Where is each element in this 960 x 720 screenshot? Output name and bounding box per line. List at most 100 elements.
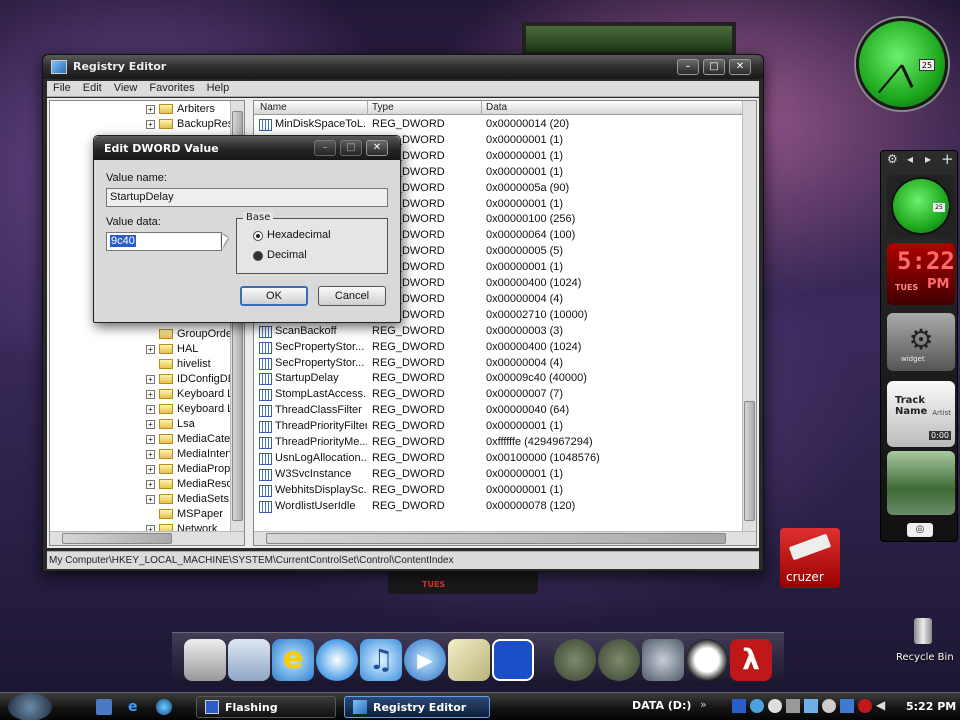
tree-item[interactable]: + BackupRest — [146, 118, 236, 133]
quicklaunch-ie-icon[interactable]: e — [128, 699, 144, 715]
tray-icon[interactable] — [732, 699, 746, 713]
list-item[interactable]: SecPropertyStor... REG_DWORD 0x00000004 (4… — [254, 356, 744, 372]
expand-icon[interactable]: + — [146, 494, 155, 504]
list-item[interactable]: ThreadClassFilter REG_DWORD 0x00000040 (64… — [254, 403, 744, 419]
dialog-close-button[interactable]: ✕ — [366, 140, 388, 156]
drive-chevron-icon[interactable]: » — [700, 698, 707, 711]
tree-item[interactable]: + MediaCateg — [146, 433, 236, 448]
windows-flip-icon[interactable] — [492, 639, 534, 681]
drive-toolbar-label[interactable]: DATA (D:) — [632, 699, 691, 712]
tray-icon[interactable] — [858, 699, 872, 713]
menu-help[interactable]: Help — [201, 81, 236, 95]
itunes-icon[interactable]: ♫ — [360, 639, 402, 681]
decimal-radio[interactable] — [253, 251, 263, 261]
halo-helmet-icon-2[interactable] — [598, 639, 640, 681]
expand-icon[interactable]: + — [146, 374, 155, 384]
list-hscroll-thumb[interactable] — [266, 533, 726, 544]
tray-icon[interactable] — [768, 699, 782, 713]
list-item[interactable]: ScanBackoff REG_DWORD 0x00000003 (3) — [254, 324, 744, 340]
expand-icon[interactable]: + — [146, 479, 155, 489]
list-vertical-scrollbar[interactable] — [742, 101, 756, 531]
list-item[interactable]: W3SvcInstance REG_DWORD 0x00000001 (1) — [254, 467, 744, 483]
close-button[interactable]: ✕ — [729, 59, 751, 75]
tree-item[interactable]: hivelist — [159, 358, 211, 373]
tree-item[interactable]: + IDConfigDB — [146, 373, 235, 388]
list-item[interactable]: WordlistUserIdle REG_DWORD 0x00000078 (120… — [254, 499, 744, 515]
task-registry-editor[interactable]: Registry Editor — [344, 696, 490, 718]
decimal-label[interactable]: Decimal — [267, 249, 307, 261]
task-flashing[interactable]: Flashing — [196, 696, 336, 718]
expand-icon[interactable]: + — [146, 419, 155, 429]
slideshow-gadget[interactable] — [887, 451, 955, 515]
tree-item[interactable]: + Keyboard La — [146, 388, 239, 403]
tray-icon[interactable] — [804, 699, 818, 713]
list-item[interactable]: ThreadPriorityMe... REG_DWORD 0xffffffe (4… — [254, 435, 744, 451]
camera-icon[interactable]: ◎ — [907, 523, 933, 537]
media-player-icon[interactable]: ▶ — [404, 639, 446, 681]
quicklaunch-desktop-icon[interactable] — [96, 699, 112, 715]
menu-file[interactable]: File — [47, 81, 77, 95]
panda-icon[interactable] — [686, 639, 728, 681]
expand-icon[interactable]: + — [146, 464, 155, 474]
tree-item[interactable]: + Arbiters — [146, 103, 215, 118]
list-item[interactable]: ThreadPriorityFilter REG_DWORD 0x00000001 … — [254, 419, 744, 435]
minimize-button[interactable]: – — [677, 59, 699, 75]
ok-button[interactable]: OK — [240, 286, 308, 306]
gear-icon[interactable]: ⚙ — [887, 152, 898, 166]
tray-icon[interactable] — [822, 699, 836, 713]
character-icon[interactable] — [642, 639, 684, 681]
expand-icon[interactable]: + — [146, 404, 155, 414]
window-titlebar[interactable]: Registry Editor – □ ✕ — [43, 55, 763, 79]
tray-icon[interactable] — [840, 699, 854, 713]
menu-view[interactable]: View — [108, 81, 144, 95]
menu-edit[interactable]: Edit — [77, 81, 108, 95]
left-arrow-icon[interactable]: ◂ — [907, 152, 913, 166]
tree-item[interactable]: GroupOrder — [159, 328, 236, 343]
notes-icon[interactable] — [448, 639, 490, 681]
expand-icon[interactable]: + — [146, 104, 155, 114]
list-horizontal-scrollbar[interactable] — [254, 531, 756, 545]
recycle-bin[interactable]: Recycle Bin — [892, 614, 954, 670]
expand-icon[interactable]: + — [146, 449, 155, 459]
list-item[interactable]: SecPropertyStor... REG_DWORD 0x00000400 (1… — [254, 340, 744, 356]
header-data[interactable]: Data — [486, 102, 507, 113]
quicklaunch-firefox-icon[interactable] — [156, 699, 172, 715]
widget-gadget[interactable]: ⚙ widget — [887, 313, 955, 371]
header-type[interactable]: Type — [372, 102, 394, 113]
tree-item[interactable]: + MediaInterf — [146, 448, 232, 463]
header-divider[interactable] — [367, 101, 368, 115]
hexadecimal-radio[interactable] — [253, 231, 263, 241]
cruzer-usb-icon[interactable]: cruzer — [780, 528, 840, 588]
folder-icon[interactable] — [228, 639, 270, 681]
digital-clock-gadget[interactable]: 5:22 TUES PM — [887, 243, 955, 305]
clock-gadget[interactable]: 25 — [887, 175, 955, 237]
header-divider[interactable] — [481, 101, 482, 115]
add-gadget-icon[interactable]: + — [941, 150, 954, 168]
media-player-gadget[interactable]: Track Name Artist 0:00 — [887, 381, 955, 447]
expand-icon[interactable]: + — [146, 389, 155, 399]
menu-favorites[interactable]: Favorites — [143, 81, 200, 95]
expand-icon[interactable]: + — [146, 344, 155, 354]
list-item[interactable]: WebhitsDisplaySc... REG_DWORD 0x00000001 (… — [254, 483, 744, 499]
tree-item[interactable]: + Keyboard La — [146, 403, 239, 418]
tray-icon[interactable] — [750, 699, 764, 713]
tree-horizontal-scrollbar[interactable] — [50, 531, 244, 545]
list-item[interactable]: MinDiskSpaceToL... REG_DWORD 0x00000014 (2… — [254, 117, 744, 133]
header-name[interactable]: Name — [260, 102, 287, 113]
internet-explorer-icon[interactable]: e — [272, 639, 314, 681]
half-life-icon[interactable]: λ — [730, 639, 772, 681]
tree-item[interactable]: + MediaProper — [146, 463, 240, 478]
start-button[interactable] — [8, 693, 52, 720]
list-item[interactable]: StompLastAccess... REG_DWORD 0x00000007 (7… — [254, 387, 744, 403]
value-data-input[interactable]: 9c40 — [106, 232, 222, 251]
expand-icon[interactable]: + — [146, 434, 155, 444]
list-item[interactable]: StartupDelay REG_DWORD 0x00009c40 (40000) — [254, 371, 744, 387]
list-scroll-thumb[interactable] — [744, 401, 755, 521]
tree-hscroll-thumb[interactable] — [62, 533, 172, 544]
tree-item[interactable]: + MediaSets — [146, 493, 229, 508]
notepad-icon[interactable] — [184, 639, 226, 681]
tray-icon[interactable] — [786, 699, 800, 713]
taskbar-clock[interactable]: 5:22 PM — [906, 700, 956, 713]
tree-item[interactable]: + MediaResou — [146, 478, 239, 493]
cancel-button[interactable]: Cancel — [318, 286, 386, 306]
